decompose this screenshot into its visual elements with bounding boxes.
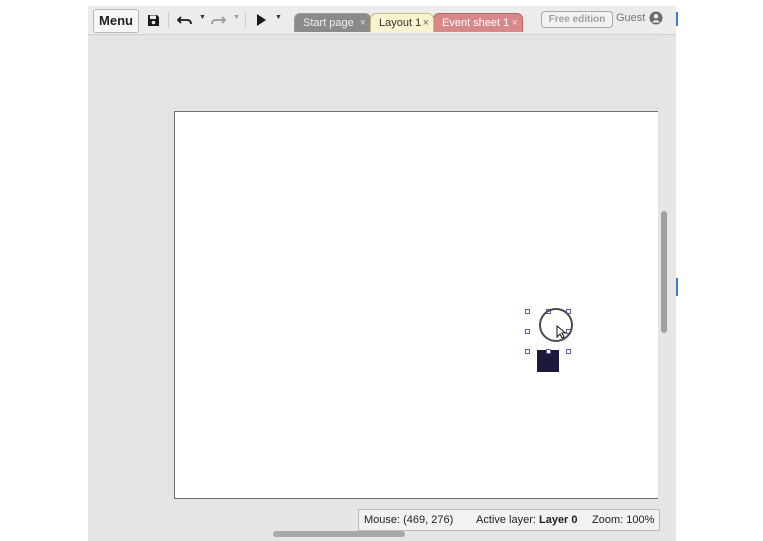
toolbar-separator [245,12,246,28]
layout-viewport[interactable] [88,35,660,507]
tab-event-sheet-1[interactable]: Event sheet 1 × [433,13,523,32]
play-icon[interactable] [254,11,268,29]
mouse-pointer-icon [556,324,568,341]
tab-start-page[interactable]: Start page × [294,13,371,32]
selection-handle[interactable] [525,309,530,314]
mouse-position: Mouse: (469, 276) [364,514,454,526]
zoom-level: Zoom: 100% [592,514,655,526]
menu-button[interactable]: Menu [93,9,139,33]
tab-label: Layout 1 [379,17,422,29]
tab-label: Event sheet 1 [442,17,510,29]
vertical-scrollbar[interactable] [661,211,667,333]
editor-window: Menu ▼ ▼ ▼ Start page × Event sheet 1 × … [88,6,676,541]
horizontal-scrollbar[interactable] [273,531,405,537]
close-icon[interactable]: × [512,14,518,33]
window-accent [676,12,678,26]
redo-icon[interactable] [209,11,227,29]
undo-dropdown-icon[interactable]: ▼ [199,14,206,21]
selection-handle[interactable] [525,329,530,334]
selection-handle[interactable] [525,349,530,354]
redo-dropdown-icon[interactable]: ▼ [233,14,240,21]
active-layer: Active layer: Layer 0 [476,514,578,526]
window-accent [676,278,678,296]
user-account-icon[interactable] [649,11,663,25]
layout-canvas[interactable] [174,111,658,499]
undo-icon[interactable] [176,11,194,29]
play-dropdown-icon[interactable]: ▼ [275,14,282,21]
tab-label: Start page [303,17,354,29]
main-toolbar: Menu ▼ ▼ ▼ Start page × Event sheet 1 × … [88,6,676,35]
edition-badge[interactable]: Free edition [541,11,613,28]
status-bar: Mouse: (469, 276) Active layer: Layer 0 … [358,509,660,531]
save-icon[interactable] [145,11,161,29]
tab-layout-1[interactable]: Layout 1 × [370,13,434,32]
close-icon[interactable]: × [360,14,366,33]
user-name[interactable]: Guest [616,12,645,24]
selection-handle[interactable] [566,349,571,354]
selection-handle[interactable] [546,349,551,354]
toolbar-separator [168,12,169,28]
close-icon[interactable]: × [423,14,429,33]
